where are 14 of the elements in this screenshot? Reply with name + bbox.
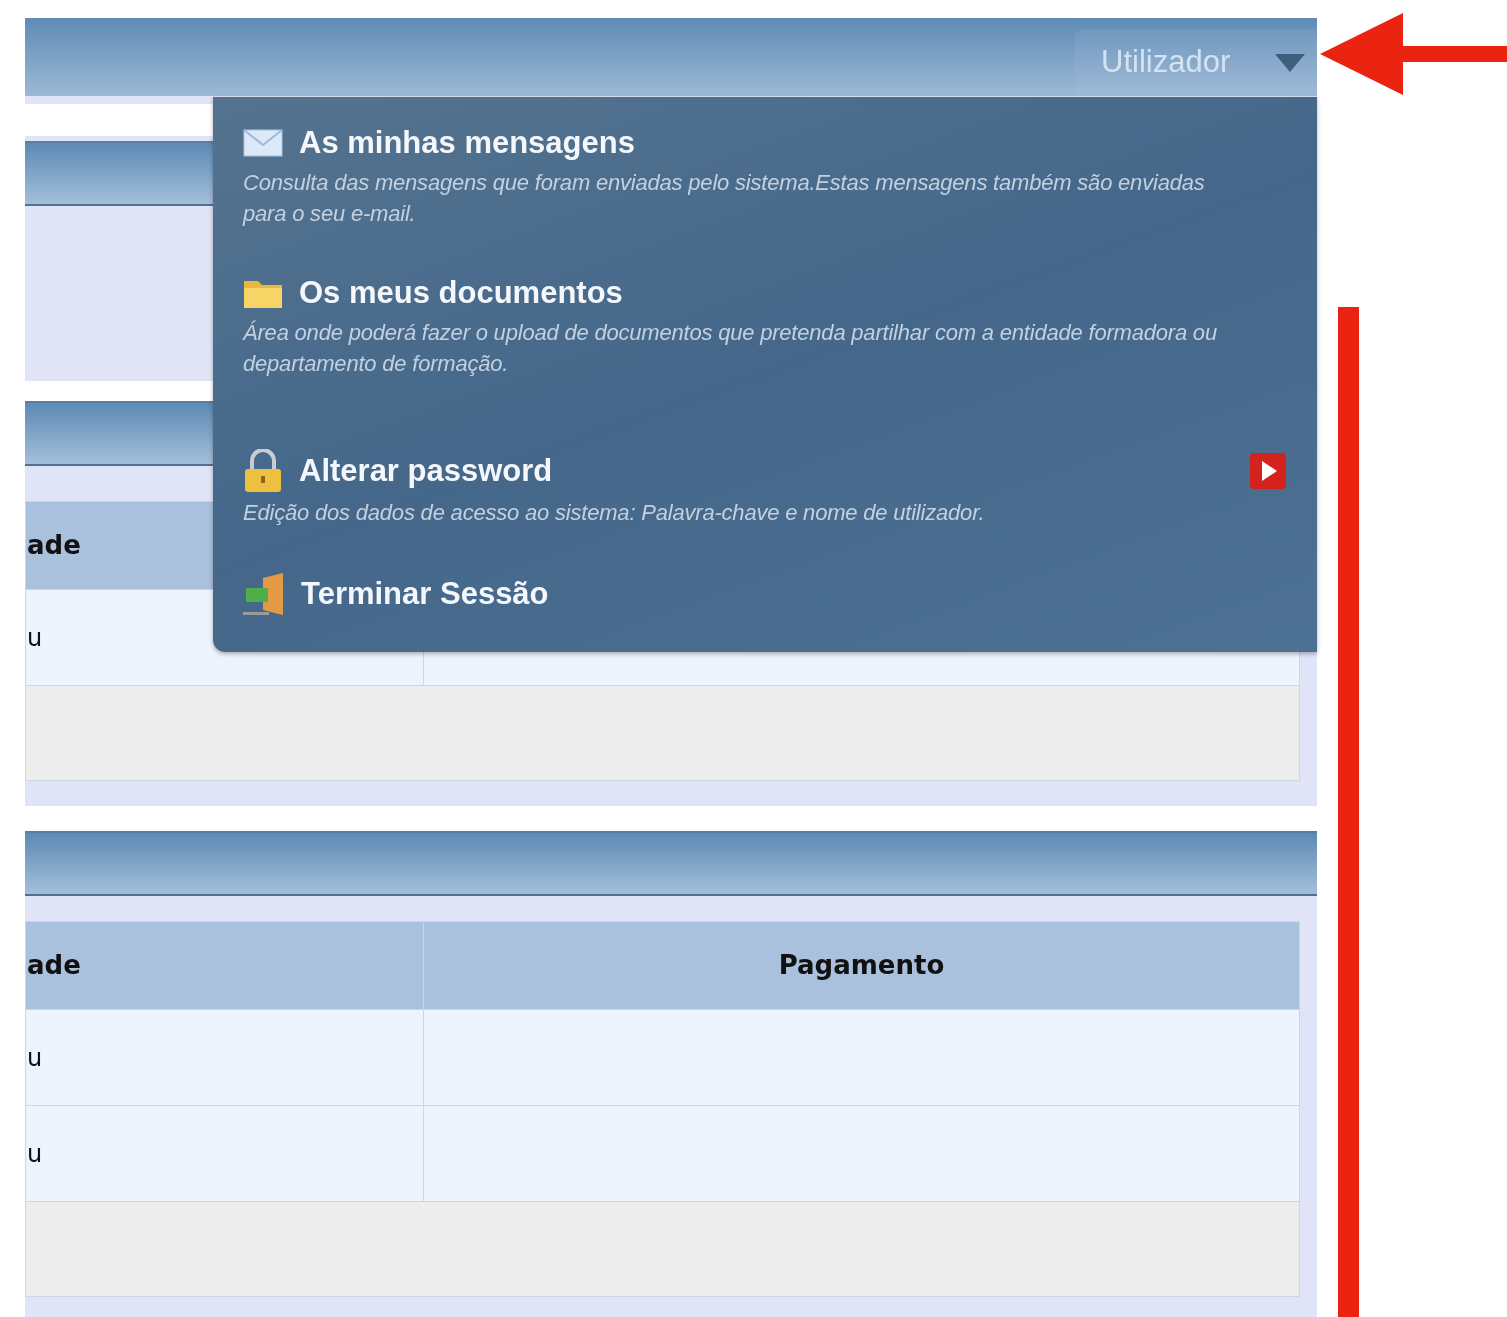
- caret-icon: [1275, 53, 1305, 72]
- column-header: Pagamento: [423, 921, 1300, 1010]
- menu-item-link[interactable]: Os meus documentos: [299, 273, 623, 313]
- menu-item-link[interactable]: Alterar password: [299, 451, 553, 491]
- menu-item-description: Área onde poderá fazer o upload de documentos que pretenda partilhar com a entidade formadora ou departamento de formação.: [243, 319, 1218, 378]
- table-cell: u: [25, 1009, 424, 1106]
- table-cell: u: [25, 1105, 424, 1202]
- menu-item-link[interactable]: As minhas mensagens: [299, 123, 635, 163]
- padlock-icon: [243, 449, 283, 493]
- column-header: ade: [25, 921, 424, 1010]
- envelope-icon: [243, 129, 283, 157]
- menu-item-description: Consulta das mensagens que foram enviadas pelo sistema.Estas mensagens também são enviadas para o seu e-mail.: [243, 169, 1206, 228]
- exit-door-icon: [243, 572, 285, 616]
- play-video-icon[interactable]: [1249, 452, 1287, 490]
